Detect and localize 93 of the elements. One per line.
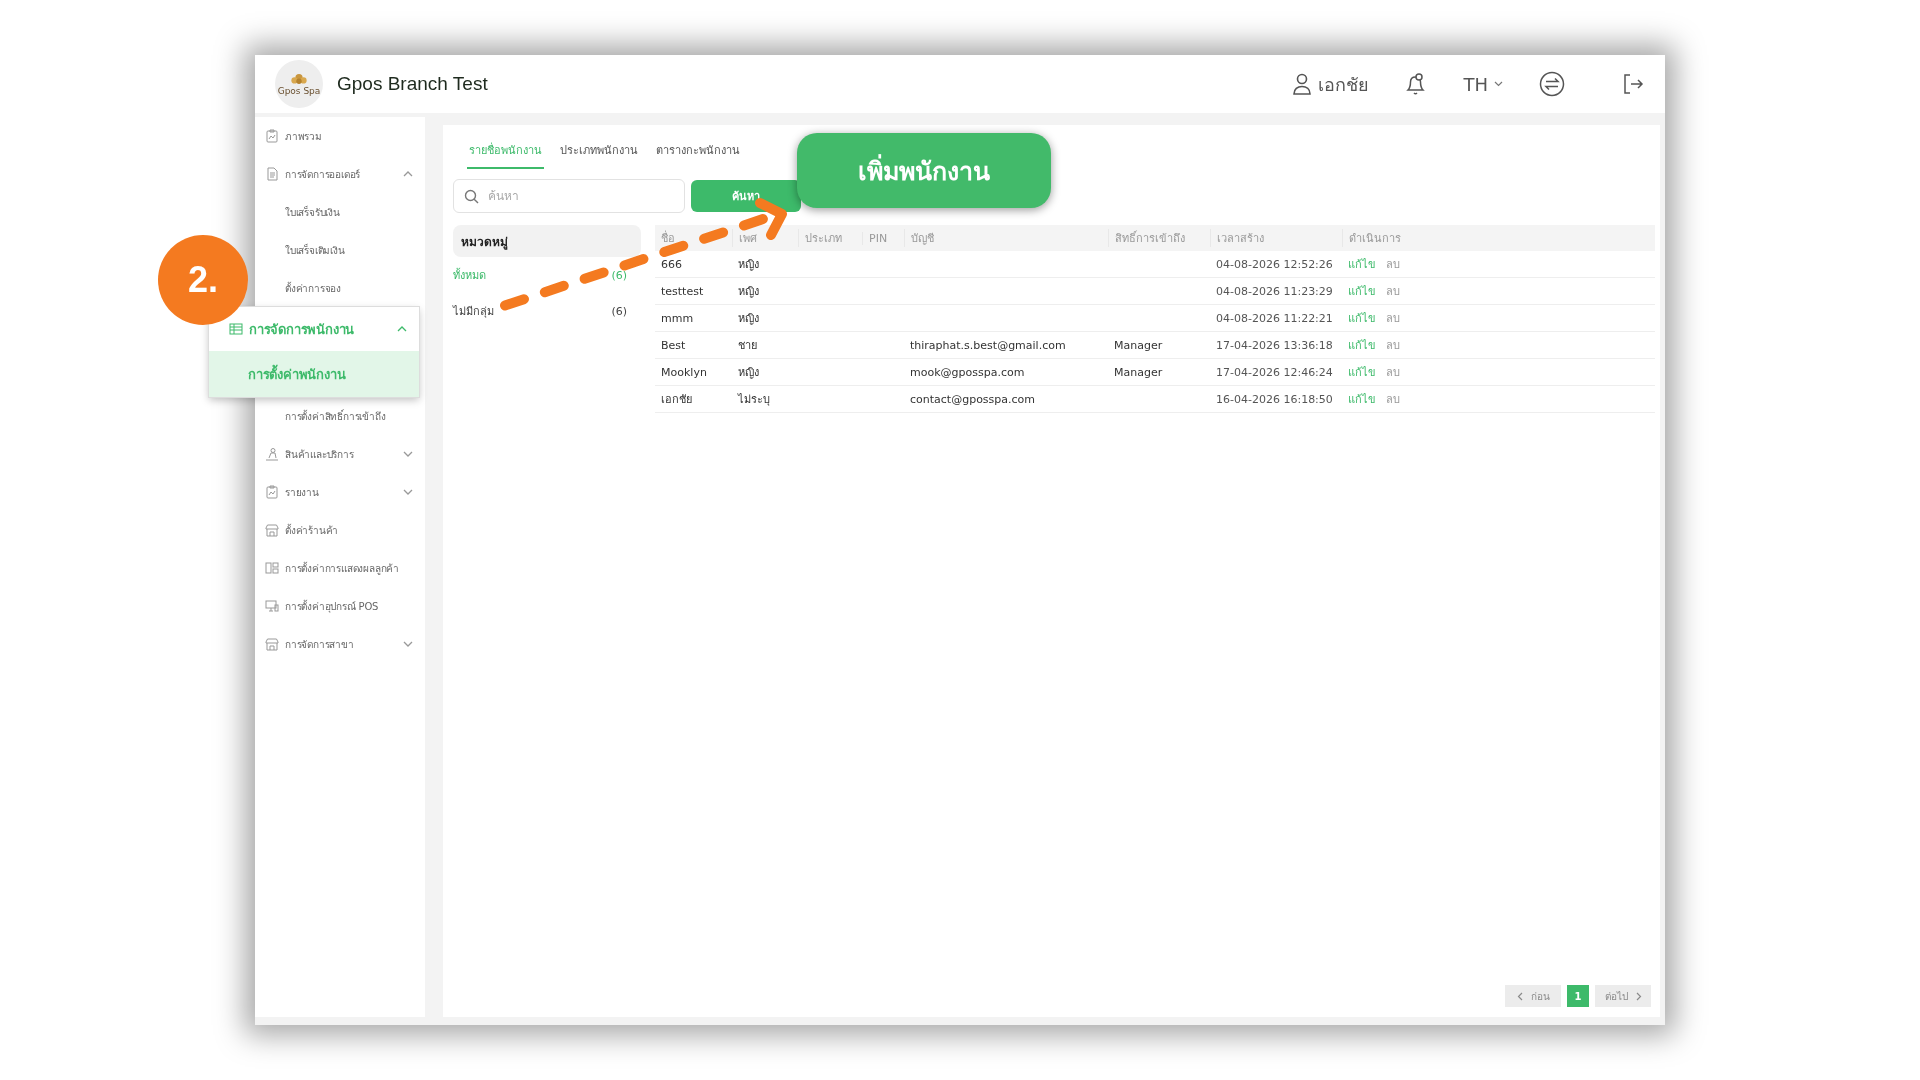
table-cell: Best — [661, 338, 686, 352]
table-cell: Manager — [1114, 365, 1163, 379]
sidebar-item[interactable]: รายงาน — [255, 473, 425, 511]
table-cell: mmm — [661, 311, 694, 325]
sidebar-item[interactable]: ตั้งค่าร้านค้า — [255, 511, 425, 549]
page-button[interactable]: 1 — [1567, 985, 1589, 1007]
chevron-right-icon — [1635, 991, 1642, 1001]
category-header: หมวดหมู่ — [453, 225, 641, 257]
sidebar-subitem[interactable]: ตั้งค่าการจอง — [255, 269, 425, 307]
logo-text: Gpos Spa — [277, 85, 321, 96]
sidebar-item[interactable]: การตั้งค่าการแสดงผลลูกค้า — [255, 549, 425, 587]
table-cell: 04-08-2026 11:23:29 — [1216, 284, 1333, 298]
spreadsheet-icon — [229, 322, 243, 336]
table-cell: หญิง — [738, 366, 759, 379]
sidebar-subitem[interactable]: การตั้งค่าพนักงาน — [209, 351, 419, 397]
add-employee-callout: เพิ่มพนักงาน — [797, 133, 1051, 208]
sidebar-item[interactable]: การจัดการออเดอร์ — [255, 155, 425, 193]
sidebar-subitem[interactable]: การตั้งค่าสิทธิ์การเข้าถึง — [255, 397, 425, 435]
delete-link[interactable]: ลบ — [1386, 336, 1400, 354]
column-header: PIN — [862, 231, 904, 245]
edit-link[interactable]: แก้ไข — [1348, 309, 1376, 327]
table-cell: 17-04-2026 13:36:18 — [1216, 338, 1333, 352]
chevron-left-icon — [1516, 991, 1523, 1001]
user-icon — [1292, 73, 1313, 95]
table-cell: 666 — [661, 257, 682, 271]
layout-icon — [265, 561, 279, 575]
category-count: (6) — [611, 304, 627, 318]
search-field[interactable]: ค้นหา — [453, 179, 685, 213]
document-icon — [265, 167, 279, 181]
sidebar-item[interactable]: สินค้าและบริการ — [255, 435, 425, 473]
category-label: ไม่มีกลุ่ม — [453, 304, 494, 320]
edit-link[interactable]: แก้ไข — [1348, 390, 1376, 408]
sidebar-item[interactable]: การตั้งค่าอุปกรณ์ POS — [255, 587, 425, 625]
table-cell: thiraphat.s.best@gmail.com — [910, 338, 1066, 352]
store-icon — [265, 637, 279, 651]
sidebar-item[interactable]: ภาพรวม — [255, 117, 425, 155]
category-item[interactable]: ไม่มีกลุ่ม (6) — [453, 293, 641, 329]
column-header: บัญชี — [904, 229, 1108, 247]
column-header: เพศ — [732, 229, 798, 247]
monitor-icon — [265, 599, 279, 613]
clipboard-chart-icon — [265, 485, 279, 499]
delete-link[interactable]: ลบ — [1386, 282, 1400, 300]
delete-link[interactable]: ลบ — [1386, 309, 1400, 327]
table-cell: mook@gposspa.com — [910, 365, 1025, 379]
table-cell: หญิง — [738, 312, 759, 325]
table-cell: contact@gposspa.com — [910, 392, 1036, 406]
store-icon — [265, 523, 279, 537]
delete-link[interactable]: ลบ — [1386, 363, 1400, 381]
category-label: ทั้งหมด — [453, 267, 486, 284]
table-cell: 17-04-2026 12:46:24 — [1216, 365, 1333, 379]
edit-link[interactable]: แก้ไข — [1348, 336, 1376, 354]
table-cell: 04-08-2026 12:52:26 — [1216, 257, 1333, 271]
column-header: สิทธิ์การเข้าถึง — [1108, 229, 1210, 247]
sidebar-subitem[interactable]: ใบเสร็จเติมเงิน — [255, 231, 425, 269]
delete-link[interactable]: ลบ — [1386, 390, 1400, 408]
user-button[interactable]: เอกชัย — [1292, 69, 1370, 99]
table-cell: Manager — [1114, 338, 1163, 352]
column-header: ชื่อ — [660, 229, 676, 247]
table-cell: 04-08-2026 11:22:21 — [1216, 311, 1333, 325]
search-button[interactable]: ค้นหา — [691, 180, 801, 212]
table-cell: เอกชัย — [661, 393, 692, 406]
column-header: ประเภท — [798, 229, 862, 247]
language-selector[interactable]: TH — [1463, 73, 1503, 95]
sidebar-subitem[interactable]: ใบเสร็จรับเงิน — [255, 193, 425, 231]
table-cell: ไม่ระบุ — [738, 393, 770, 406]
clipboard-chart-icon — [265, 129, 279, 143]
tab[interactable]: รายชื่อพนักงาน — [467, 135, 544, 169]
search-icon — [464, 189, 479, 204]
tab[interactable]: ตารางกะพนักงาน — [654, 135, 742, 169]
edit-link[interactable]: แก้ไข — [1348, 363, 1376, 381]
notification-bell-icon[interactable] — [1405, 72, 1428, 96]
table-cell: 16-04-2026 16:18:50 — [1216, 392, 1333, 406]
table-cell: testtest — [661, 284, 704, 298]
table-cell: ชาย — [738, 339, 757, 352]
edit-link[interactable]: แก้ไข — [1348, 255, 1376, 273]
sidebar-item[interactable]: การจัดการสาขา — [255, 625, 425, 663]
table-cell: หญิง — [738, 285, 759, 298]
column-header: ดำเนินการ — [1342, 229, 1655, 247]
person-icon — [265, 447, 279, 461]
table-cell: Mooklyn — [661, 365, 707, 379]
table-cell: หญิง — [738, 258, 759, 271]
category-item[interactable]: ทั้งหมด (6) — [453, 257, 641, 293]
tab[interactable]: ประเภทพนักงาน — [558, 135, 640, 169]
app-title: Gpos Branch Test — [337, 73, 488, 95]
logout-icon[interactable] — [1621, 72, 1645, 96]
category-count: (6) — [611, 268, 627, 282]
caret-icon — [1494, 81, 1503, 87]
edit-link[interactable]: แก้ไข — [1348, 282, 1376, 300]
flower-icon — [290, 72, 308, 86]
step-badge: 2. — [158, 235, 248, 325]
delete-link[interactable]: ลบ — [1386, 255, 1400, 273]
switch-icon[interactable] — [1539, 71, 1565, 97]
column-header: เวลาสร้าง — [1210, 229, 1342, 247]
